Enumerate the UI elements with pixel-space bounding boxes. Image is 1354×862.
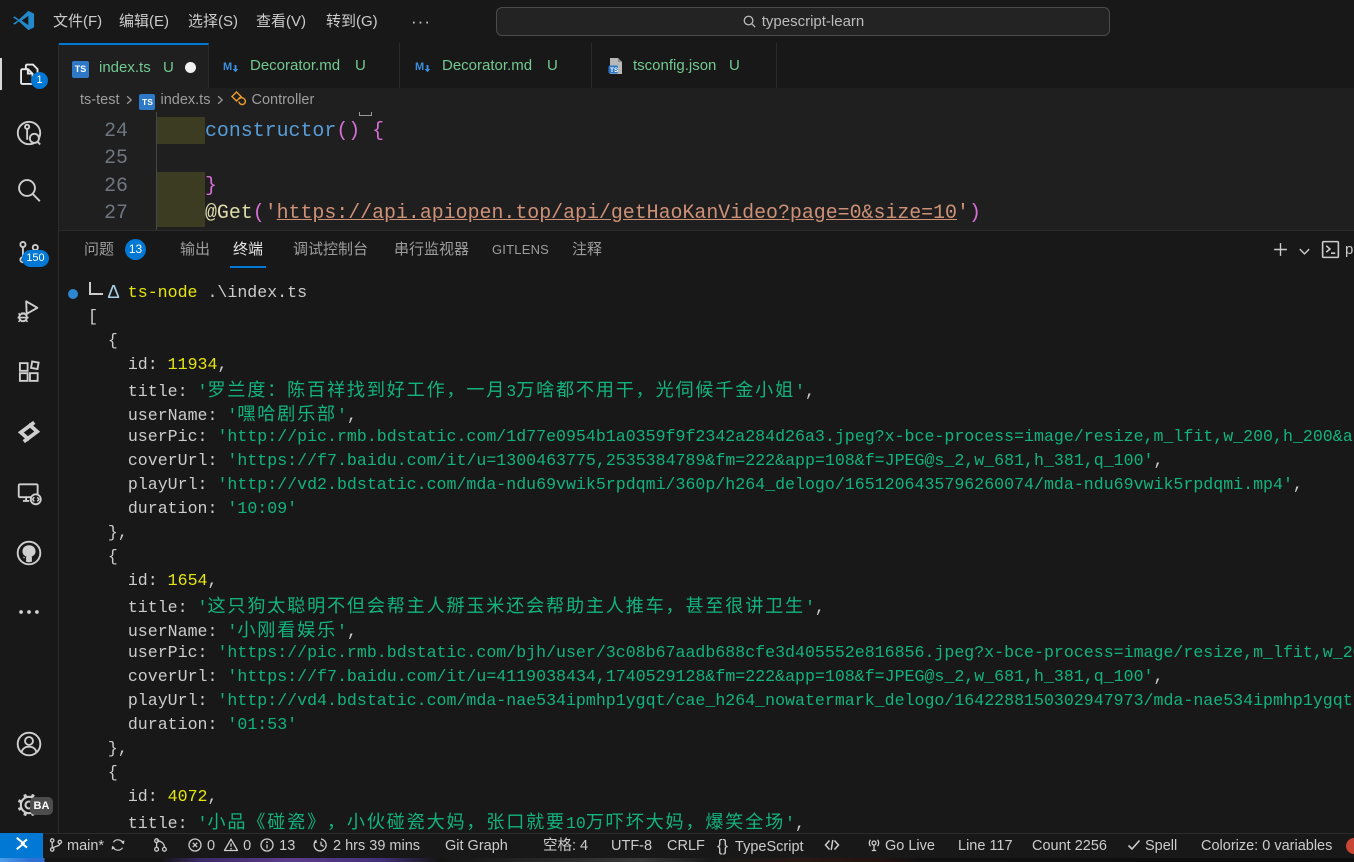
svg-text:M: M — [415, 61, 424, 73]
svg-text:TS: TS — [610, 67, 619, 74]
svg-text:M: M — [223, 61, 232, 73]
